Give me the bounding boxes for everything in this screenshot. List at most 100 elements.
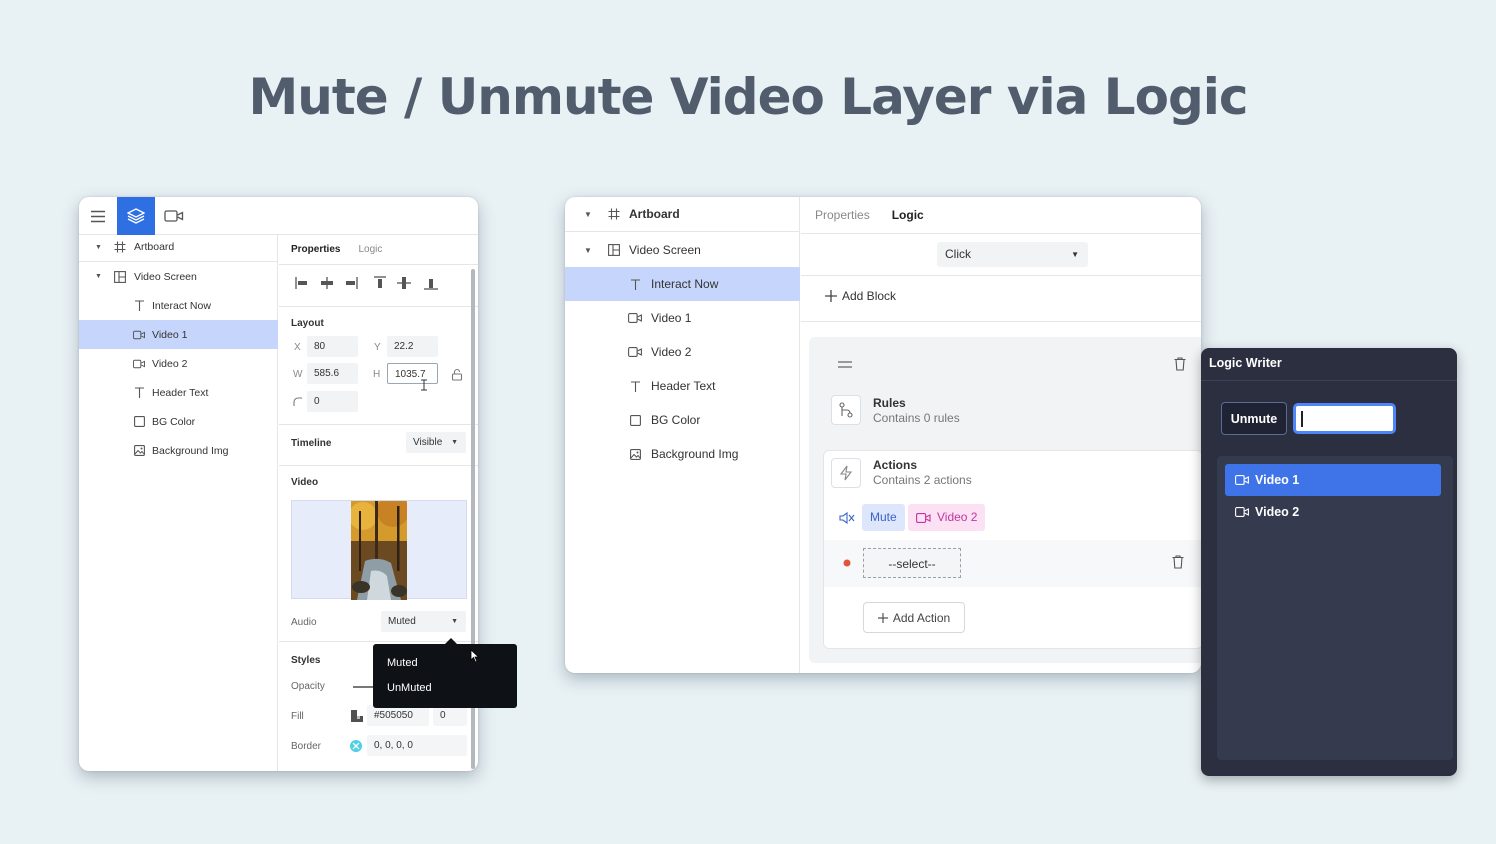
expand-caret-icon[interactable]: ▼ (95, 273, 102, 280)
layer-item-bg-color[interactable]: BG Color (79, 407, 278, 436)
expand-caret-icon[interactable]: ▼ (584, 210, 592, 219)
x-input[interactable]: 80 (307, 336, 358, 357)
suggestion-item-video-2[interactable]: Video 2 (1225, 496, 1441, 528)
tab-logic[interactable]: Logic (358, 244, 382, 255)
video-icon (164, 210, 184, 222)
border-none-icon[interactable] (350, 740, 362, 752)
layout-icon (114, 270, 126, 283)
fill-color-input[interactable]: #505050 (367, 705, 429, 726)
add-action-label: Add Action (892, 610, 951, 625)
menu-item-unmuted[interactable]: UnMuted (387, 682, 432, 694)
layers-icon (127, 208, 145, 224)
layer-item-interact-now[interactable]: Interact Now (565, 267, 800, 301)
width-input[interactable]: 585.6 (307, 363, 358, 384)
radius-input[interactable]: 0 (307, 391, 358, 412)
border-label: Border (291, 741, 322, 752)
headline: Mute / Unmute Video Layer via Logic (248, 68, 1248, 126)
layer-tree: ▼ Artboard ▼ Video Screen Interact Now Video … (79, 235, 278, 771)
layer-item-background-img[interactable]: Background Img (565, 437, 800, 471)
action-chip-mute-label: Mute (870, 510, 897, 524)
tab-properties[interactable]: Properties (815, 208, 870, 222)
add-action-button[interactable]: Add Action (863, 602, 965, 633)
text-cursor (1301, 411, 1303, 427)
image-icon (133, 445, 145, 457)
hamburger-icon (91, 210, 105, 222)
layer-item-label: BG Color (152, 415, 196, 428)
layer-item-background-img[interactable]: Background Img (79, 436, 278, 465)
logic-writer-input[interactable] (1293, 403, 1396, 434)
menu-button[interactable] (79, 197, 117, 235)
suggestion-item-video-1[interactable]: Video 1 (1225, 464, 1441, 496)
image-icon (628, 447, 642, 461)
property-tabs: Properties Logic (291, 244, 382, 255)
video-icon (1235, 507, 1249, 517)
menu-item-muted[interactable]: Muted (387, 657, 418, 669)
layer-item-video-1[interactable]: Video 1 (565, 301, 800, 335)
expand-caret-icon[interactable]: ▼ (584, 246, 592, 255)
layer-item-header-text[interactable]: Header Text (565, 369, 800, 403)
add-block-button[interactable]: Add Block (825, 289, 896, 303)
layer-item-video-screen[interactable]: ▼ Video Screen (565, 233, 800, 267)
rules-title: Rules (873, 396, 906, 410)
align-top-icon[interactable] (374, 276, 386, 288)
lightning-icon (840, 465, 852, 481)
expand-caret-icon[interactable]: ▼ (95, 244, 102, 251)
video-tool-button[interactable] (155, 197, 193, 235)
video-thumbnail (351, 501, 407, 600)
layer-item-artboard[interactable]: ▼ Artboard (565, 197, 800, 232)
action-chip-mute[interactable]: Mute (862, 504, 905, 531)
unmute-token-button[interactable]: Unmute (1221, 402, 1287, 435)
text-icon (628, 277, 642, 291)
chevron-down-icon: ▼ (451, 439, 458, 446)
audio-dropdown[interactable]: Muted ▼ (381, 611, 466, 632)
height-input[interactable]: 1035.7 (387, 363, 438, 384)
timeline-value: Visible (413, 437, 443, 448)
layer-item-interact-now[interactable]: Interact Now (79, 291, 278, 320)
layer-item-label: BG Color (651, 413, 701, 427)
layers-button[interactable] (117, 197, 155, 235)
video-icon (1235, 475, 1249, 485)
y-input[interactable]: 22.2 (387, 336, 438, 357)
trash-icon[interactable] (1172, 555, 1184, 569)
tab-properties[interactable]: Properties (291, 244, 340, 255)
chevron-down-icon: ▼ (1071, 250, 1079, 259)
frame-icon (607, 207, 621, 221)
trash-icon[interactable] (1174, 357, 1186, 371)
layer-item-video-2[interactable]: Video 2 (565, 335, 800, 369)
layer-item-bg-color[interactable]: BG Color (565, 403, 800, 437)
rules-subtitle: Contains 0 rules (873, 411, 960, 425)
action-select[interactable]: --select-- (863, 548, 961, 578)
actions-icon-box (831, 458, 861, 488)
fill-swatch-icon[interactable] (351, 710, 363, 722)
border-input[interactable]: 0, 0, 0, 0 (367, 735, 467, 756)
align-left-icon[interactable] (295, 277, 307, 289)
layer-item-label: Interact Now (152, 299, 211, 312)
action-chip-target-label: Video 2 (937, 510, 978, 524)
event-dropdown[interactable]: Click ▼ (937, 242, 1088, 267)
video-preview (291, 500, 467, 600)
action-chip-target[interactable]: Video 2 (908, 504, 986, 531)
layer-item-artboard[interactable]: ▼ Artboard (79, 233, 278, 262)
tab-logic[interactable]: Logic (892, 208, 924, 222)
drag-handle-icon[interactable] (838, 361, 852, 368)
frame-icon (114, 241, 126, 253)
fill-label: Fill (291, 711, 304, 722)
video-icon (133, 329, 145, 341)
layer-item-video-screen[interactable]: ▼ Video Screen (79, 262, 278, 291)
editor-panel-logic: ▼ Artboard ▼ Video Screen Interact Now Video … (565, 197, 1201, 673)
timeline-dropdown[interactable]: Visible ▼ (406, 432, 466, 453)
text-icon (628, 379, 642, 393)
lock-icon[interactable] (451, 368, 463, 381)
text-icon (133, 300, 145, 312)
align-right-icon[interactable] (346, 277, 358, 289)
layer-item-video-1[interactable]: Video 1 (79, 320, 278, 349)
layer-item-video-2[interactable]: Video 2 (79, 349, 278, 378)
x-label: X (294, 342, 301, 353)
align-bottom-icon[interactable] (424, 279, 438, 290)
layer-item-header-text[interactable]: Header Text (79, 378, 278, 407)
y-label: Y (374, 342, 381, 353)
align-center-h-icon[interactable] (321, 277, 333, 289)
add-block-label: Add Block (842, 289, 897, 303)
align-center-v-icon[interactable] (397, 277, 411, 289)
fill-opacity-input[interactable]: 0 (433, 705, 467, 726)
